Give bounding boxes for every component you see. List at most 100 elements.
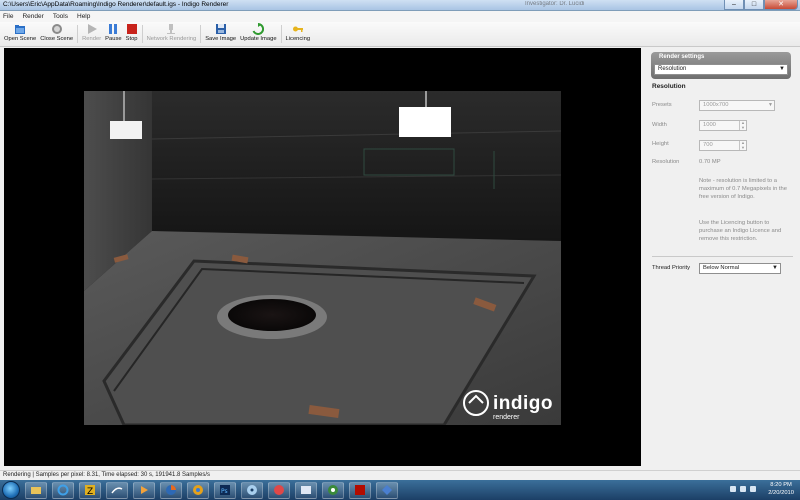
stop-button[interactable]: Stop xyxy=(126,22,138,46)
toolbar-separator xyxy=(141,25,143,43)
key-icon xyxy=(292,26,303,32)
stop-label: Stop xyxy=(125,36,138,42)
thread-priority-label: Thread Priority xyxy=(652,265,691,271)
volume-icon[interactable] xyxy=(750,486,756,492)
indigo-icon xyxy=(382,485,392,495)
taskbar-app-explorer[interactable] xyxy=(25,481,47,499)
settings-category-dropdown[interactable]: Resolution ▼ xyxy=(654,64,788,75)
open-scene-label: Open Scene xyxy=(4,36,37,42)
taskbar-app-window[interactable] xyxy=(295,481,317,499)
close-scene-label: Close Scene xyxy=(40,36,74,42)
licencing-button[interactable]: Licencing xyxy=(285,22,311,46)
folder-open-icon xyxy=(15,25,26,34)
photoshop-icon: Ps xyxy=(220,485,230,495)
watermark-sub: renderer xyxy=(493,414,520,421)
chrome-icon xyxy=(193,485,203,495)
ie-icon xyxy=(57,484,69,496)
menu-tools[interactable]: Tools xyxy=(53,13,68,20)
taskbar-app-itunes[interactable] xyxy=(268,481,290,499)
menu-render[interactable]: Render xyxy=(22,13,43,20)
thread-priority-value: Below Normal xyxy=(703,265,740,271)
media-player-icon xyxy=(141,486,148,494)
open-scene-button[interactable]: Open Scene xyxy=(4,22,36,46)
close-scene-button[interactable]: Close Scene xyxy=(40,22,73,46)
taskbar-app-paint[interactable] xyxy=(106,481,128,499)
pause-icon xyxy=(109,24,118,34)
taskbar-app-z[interactable]: Z xyxy=(79,481,101,499)
watermark-text: indigo renderer xyxy=(493,394,553,421)
svg-text:Ps: Ps xyxy=(221,488,228,495)
render-settings-title: Render settings xyxy=(659,54,705,60)
taskbar-app-acrobat[interactable] xyxy=(349,481,371,499)
settings-category-value: Resolution xyxy=(658,66,687,72)
clock-date: 2/20/2010 xyxy=(768,490,794,496)
status-bar: Rendering | Samples per pixel: 8.31, Tim… xyxy=(0,470,800,480)
licencing-label: Licencing xyxy=(285,36,311,42)
tray-arrow-icon[interactable] xyxy=(730,486,736,492)
spinner-arrows-icon[interactable]: ▲ ▼ xyxy=(739,140,746,150)
resolution-section-title: Resolution xyxy=(652,83,686,90)
close-window-button[interactable]: ✕ xyxy=(764,0,798,10)
save-image-button[interactable]: Save Image xyxy=(205,22,236,46)
licence-note: Use the Licencing button to purchase an … xyxy=(699,220,782,243)
taskbar-app-media[interactable] xyxy=(133,481,155,499)
play-icon xyxy=(87,24,97,34)
acrobat-icon xyxy=(355,485,365,495)
system-tray-icons xyxy=(730,486,756,492)
maximize-button[interactable]: □ xyxy=(744,0,764,10)
menu-file[interactable]: File xyxy=(3,13,13,20)
title-bar: C:\Users\Eric\AppData\Roaming\Indigo Ren… xyxy=(0,0,800,11)
render-label: Render xyxy=(82,36,102,42)
svg-text:Z: Z xyxy=(87,487,93,496)
render-viewport[interactable]: indigo renderer xyxy=(4,48,641,466)
pause-label: Pause xyxy=(105,36,122,42)
app-z-icon: Z xyxy=(85,485,95,496)
spinner-arrows-icon[interactable]: ▲ ▼ xyxy=(739,120,746,130)
height-spinbox[interactable]: 700 ▲ ▼ xyxy=(699,140,747,151)
taskbar-app-ie[interactable] xyxy=(52,481,74,499)
taskbar-app-firefox[interactable] xyxy=(160,481,182,499)
render-settings-panel: Render settings Resolution ▼ Resolution … xyxy=(645,48,800,466)
chevron-down-icon: ▼ xyxy=(772,265,778,271)
watermark-brand: indigo xyxy=(493,393,553,414)
firefox-icon xyxy=(166,485,176,495)
height-value: 700 xyxy=(703,142,713,148)
toolbar-separator xyxy=(280,25,282,43)
width-spinbox[interactable]: 1000 ▲ ▼ xyxy=(699,120,747,131)
render-settings-header: Render settings Resolution ▼ xyxy=(651,52,791,79)
itunes-icon xyxy=(274,485,284,495)
clock[interactable]: 8:20 PM 2/20/2010 xyxy=(768,481,794,497)
save-icon xyxy=(215,24,226,34)
thread-priority-dropdown[interactable]: Below Normal ▼ xyxy=(699,263,781,274)
start-button[interactable] xyxy=(2,481,20,499)
height-label: Height xyxy=(652,141,669,147)
render-button[interactable]: Render xyxy=(82,22,101,46)
network-rendering-label: Network Rendering xyxy=(146,36,197,42)
rendered-scene-image xyxy=(84,91,561,425)
width-value: 1000 xyxy=(703,122,716,128)
pause-button[interactable]: Pause xyxy=(105,22,122,46)
divider xyxy=(652,256,793,257)
resolution-value: 0.70 MP xyxy=(699,159,721,165)
update-icon xyxy=(252,23,265,35)
stop-icon xyxy=(126,24,137,34)
network-rendering-button[interactable]: Network Rendering xyxy=(146,22,197,46)
taskbar-app-chrome-2[interactable] xyxy=(322,481,344,499)
taskbar-app-disc[interactable] xyxy=(241,481,263,499)
taskbar-app-photoshop[interactable]: Ps xyxy=(214,481,236,499)
render-status-text: Rendering | Samples per pixel: 8.31, Tim… xyxy=(3,472,211,478)
minimize-button[interactable]: – xyxy=(724,0,744,10)
menu-help[interactable]: Help xyxy=(77,13,90,20)
toolbar: Open Scene Close Scene Render Pause Stop… xyxy=(0,22,800,47)
presets-value: 1000x700 xyxy=(703,102,729,108)
window-icon xyxy=(301,486,311,494)
clock-time: 8:20 PM xyxy=(770,482,792,488)
update-image-button[interactable]: Update Image xyxy=(240,22,277,46)
taskbar-app-chrome[interactable] xyxy=(187,481,209,499)
network-tray-icon[interactable] xyxy=(740,486,746,492)
resolution-limit-note: Note - resolution is limited to a maximu… xyxy=(699,178,787,201)
toolbar-separator xyxy=(77,25,79,43)
presets-dropdown[interactable]: 1000x700 ▼ xyxy=(699,100,775,111)
taskbar-app-indigo[interactable] xyxy=(376,481,398,499)
window-controls: – □ ✕ xyxy=(724,0,798,10)
